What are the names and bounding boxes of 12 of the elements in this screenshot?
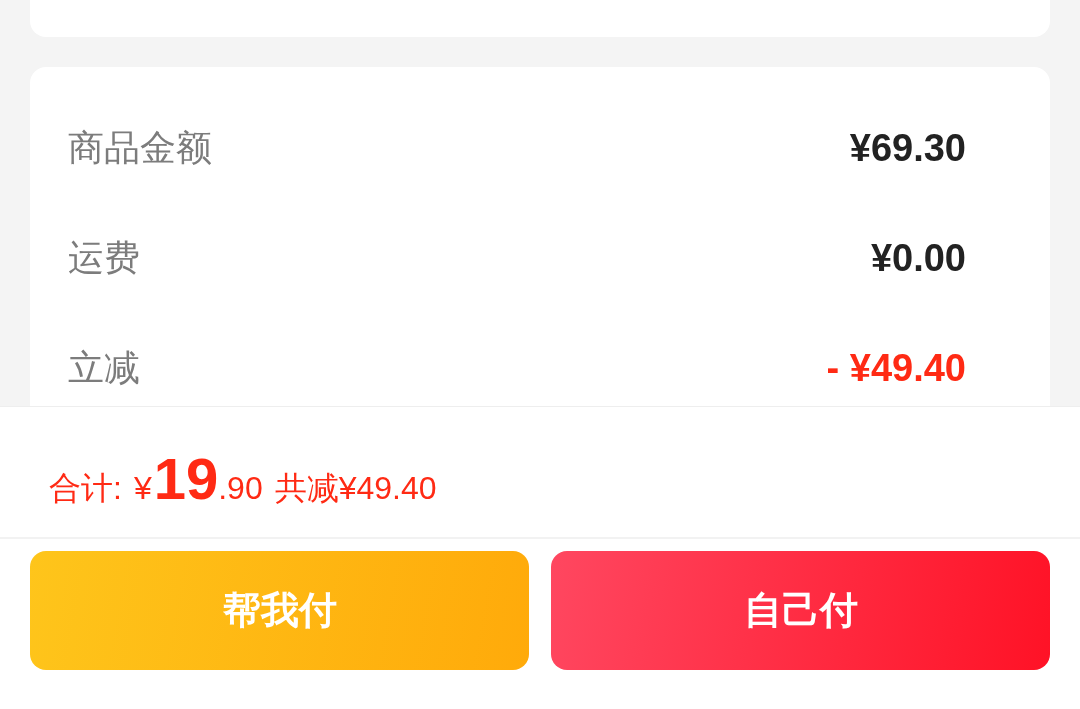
savings-text: 共减¥49.40 — [274, 469, 437, 508]
total-decimal: .90 — [218, 470, 263, 507]
amount-value: ¥0.00 — [870, 236, 966, 280]
pay-self-button[interactable]: 自己付 — [551, 551, 1050, 670]
row-label: 运费 — [68, 235, 140, 280]
currency-symbol: ¥ — [133, 470, 152, 507]
amount-value: ¥69.30 — [849, 126, 966, 170]
discount-value: - ¥49.40 — [826, 346, 966, 390]
total-integer: 19 — [153, 445, 219, 512]
row-label: 立减 — [68, 345, 140, 390]
total-label: 合计: — [49, 469, 122, 508]
row-label: 商品金额 — [68, 125, 212, 170]
